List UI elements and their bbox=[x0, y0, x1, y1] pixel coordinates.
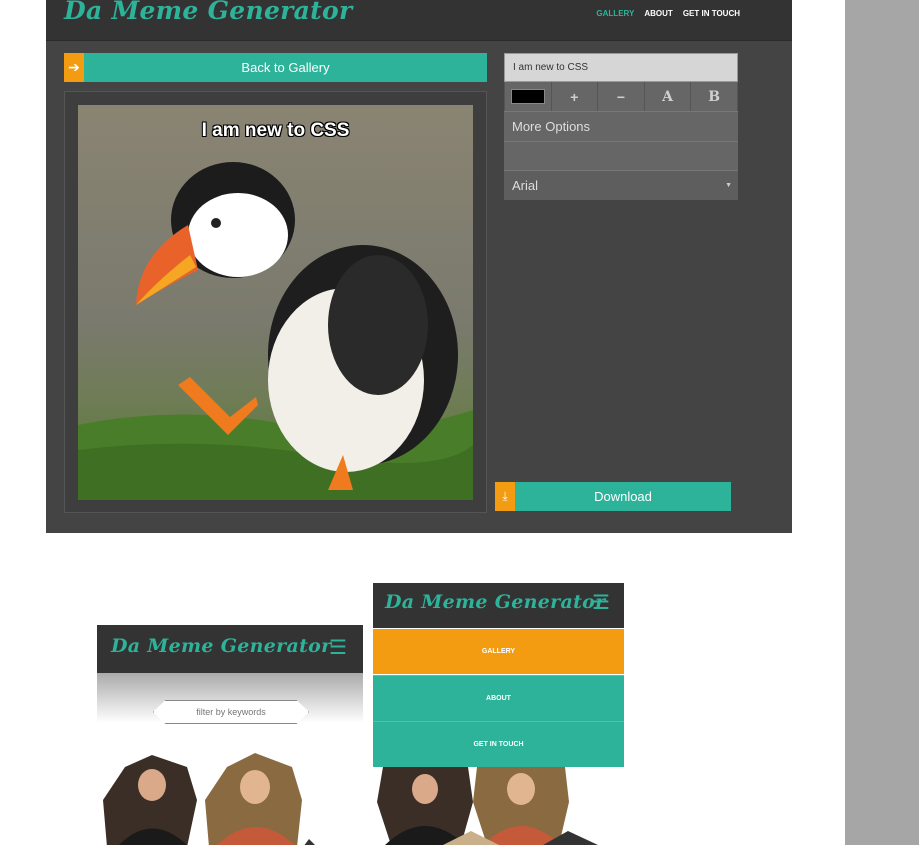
editor-controls-panel: + − A B More Options Arial ▼ bbox=[504, 53, 738, 200]
text-style-toolbar: + − A B bbox=[504, 82, 738, 111]
download-icon: ⤓ bbox=[495, 482, 515, 511]
bold-button[interactable]: B bbox=[691, 82, 738, 111]
font-select-value: Arial bbox=[512, 178, 539, 193]
mobile-menu-header: Da Meme Generator ☰ bbox=[373, 583, 624, 628]
desktop-editor-mockup: Da Meme Generator GALLERY ABOUT GET IN T… bbox=[46, 0, 792, 533]
back-to-gallery-label: Back to Gallery bbox=[241, 60, 330, 75]
back-to-gallery-button[interactable]: ➔ Back to Gallery bbox=[64, 53, 487, 82]
gallery-hex-thumbnails bbox=[103, 753, 315, 845]
hex-thumbnail-1[interactable] bbox=[103, 755, 197, 845]
download-label: Download bbox=[594, 489, 652, 504]
color-picker[interactable] bbox=[505, 82, 552, 111]
main-nav: GALLERY ABOUT GET IN TOUCH bbox=[596, 9, 740, 18]
options-empty-row bbox=[504, 141, 738, 170]
meme-preview: I am new to CSS bbox=[78, 105, 473, 500]
decrease-size-button[interactable]: − bbox=[598, 82, 645, 111]
font-style-button[interactable]: A bbox=[645, 82, 692, 111]
hex-thumbnail-edge bbox=[304, 839, 315, 845]
right-gray-margin bbox=[845, 0, 919, 845]
download-button[interactable]: ⤓ Download bbox=[495, 482, 731, 511]
meme-top-text: I am new to CSS bbox=[201, 120, 350, 141]
increase-size-button[interactable]: + bbox=[552, 82, 599, 111]
color-swatch bbox=[510, 89, 545, 104]
menu-hex-thumbnails bbox=[377, 767, 598, 845]
mobile-menu-about[interactable]: ABOUT bbox=[373, 675, 624, 721]
meme-canvas-frame: I am new to CSS bbox=[64, 91, 487, 513]
chevron-down-icon: ▼ bbox=[725, 182, 732, 189]
puffin-image bbox=[78, 105, 473, 500]
mobile-gallery-mockup: Da Meme Generator ☰ bbox=[97, 625, 363, 845]
hex-thumbnail-2[interactable] bbox=[205, 753, 302, 845]
nav-gallery[interactable]: GALLERY bbox=[596, 9, 634, 18]
mobile-menu-get-in-touch[interactable]: GET IN TOUCH bbox=[373, 721, 624, 767]
more-options-toggle[interactable]: More Options bbox=[504, 111, 738, 141]
site-logo[interactable]: Da Meme Generator bbox=[64, 0, 352, 26]
mobile-menu-mockup: Da Meme Generator ☰ GALLERY ABOUT GET IN… bbox=[373, 583, 624, 845]
hex-thumbnail-2[interactable] bbox=[473, 767, 569, 845]
meme-text-input[interactable] bbox=[504, 53, 738, 82]
mobile-menu-gallery[interactable]: GALLERY bbox=[373, 629, 624, 674]
nav-about[interactable]: ABOUT bbox=[644, 9, 672, 18]
site-header: Da Meme Generator GALLERY ABOUT GET IN T… bbox=[46, 0, 792, 41]
nav-get-in-touch[interactable]: GET IN TOUCH bbox=[683, 9, 740, 18]
hex-thumbnail-1[interactable] bbox=[377, 767, 473, 845]
arrow-left-icon: ➔ bbox=[64, 53, 84, 82]
hamburger-icon[interactable]: ☰ bbox=[592, 590, 610, 615]
mobile-menu-logo[interactable]: Da Meme Generator bbox=[385, 587, 605, 617]
font-select[interactable]: Arial ▼ bbox=[504, 170, 738, 200]
